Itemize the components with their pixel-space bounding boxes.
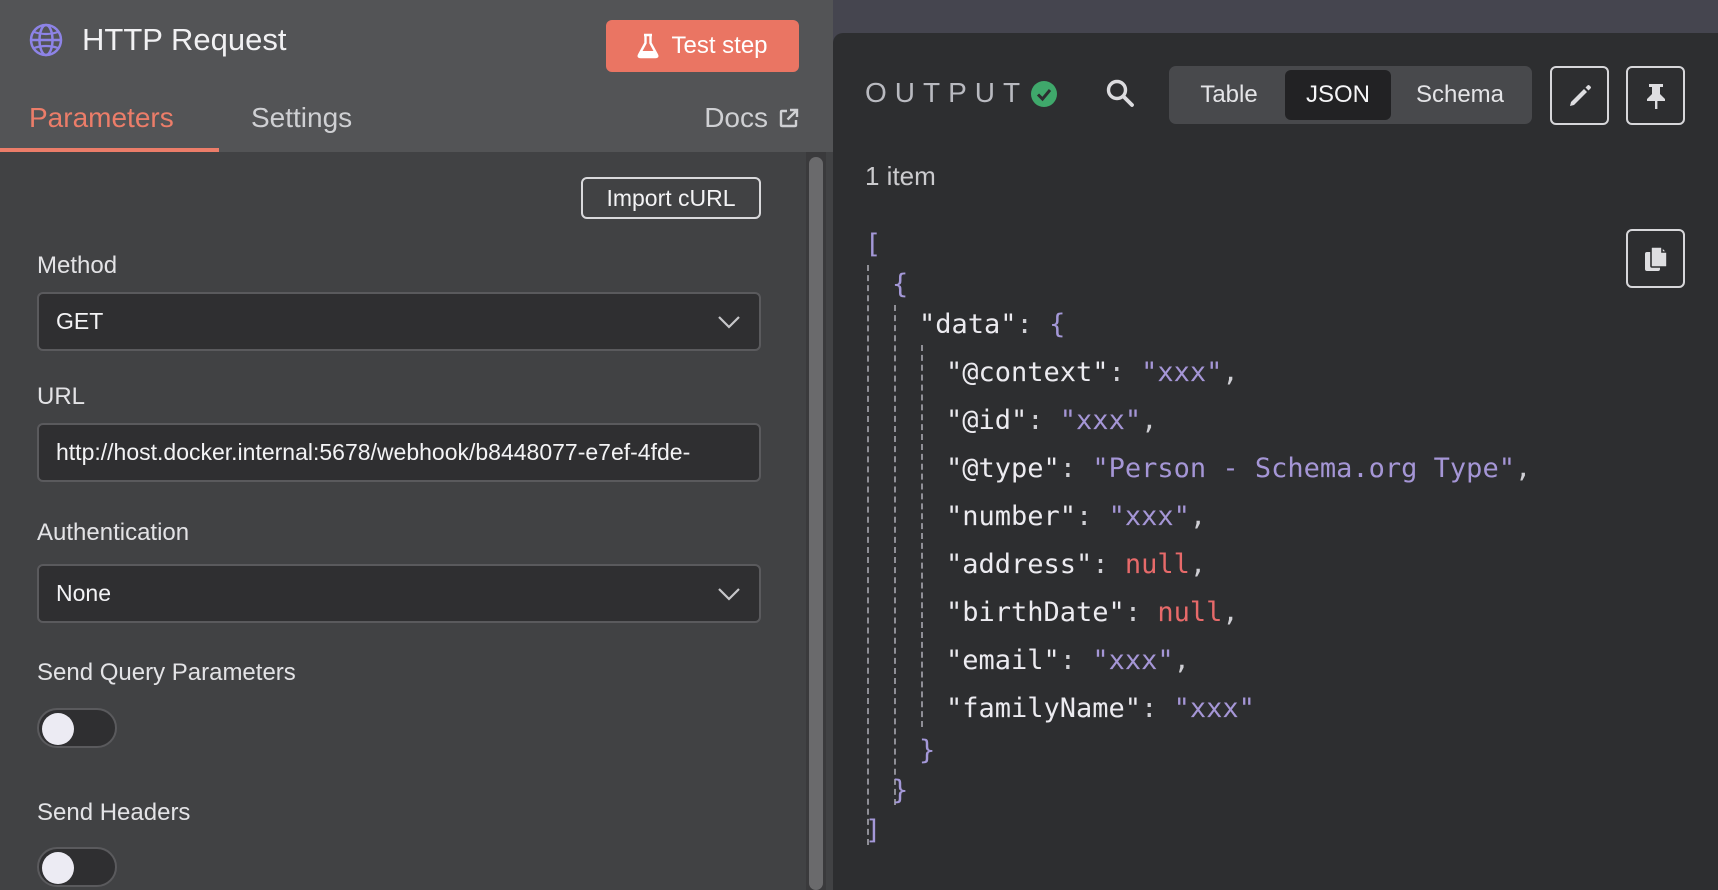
docs-label: Docs <box>704 102 768 133</box>
toggle-knob <box>42 852 74 884</box>
view-json-button[interactable]: JSON <box>1285 70 1391 120</box>
indent-guide <box>894 305 896 805</box>
pin-output-button[interactable] <box>1626 66 1685 125</box>
copy-json-button[interactable] <box>1626 229 1685 288</box>
view-table-button[interactable]: Table <box>1177 70 1281 120</box>
authentication-value: None <box>56 580 111 606</box>
node-parameters-panel: HTTP Request Test step Parameters Settin… <box>0 0 833 890</box>
pin-icon <box>1646 83 1665 109</box>
output-panel: OUTPUT Table JSON Schema 1 item [{"dat… <box>833 33 1718 890</box>
pencil-icon <box>1569 84 1591 106</box>
chevron-down-icon <box>718 316 740 329</box>
json-row[interactable]: "@type": "Person - Schema.org Type", <box>946 453 1531 484</box>
items-count: 1 item <box>865 161 936 191</box>
test-step-label: Test step <box>671 32 768 59</box>
json-row[interactable]: "@context": "xxx", <box>946 357 1239 388</box>
authentication-label: Authentication <box>37 519 190 546</box>
send-query-label: Send Query Parameters <box>37 659 296 686</box>
search-icon[interactable] <box>1105 78 1135 108</box>
json-line: } <box>892 775 909 806</box>
json-row[interactable]: "@id": "xxx", <box>946 405 1157 436</box>
tab-parameters[interactable]: Parameters <box>29 102 174 134</box>
copy-icon <box>1644 245 1668 271</box>
json-line: ] <box>865 815 882 846</box>
json-row[interactable]: "email": "xxx", <box>946 645 1190 676</box>
node-header: HTTP Request Test step Parameters Settin… <box>0 0 833 152</box>
url-input[interactable]: http://host.docker.internal:5678/webhook… <box>37 423 761 482</box>
chevron-down-icon <box>718 588 740 601</box>
node-title-row: HTTP Request <box>28 22 286 58</box>
url-label: URL <box>37 383 86 410</box>
globe-icon <box>29 23 63 57</box>
method-value: GET <box>56 308 104 334</box>
json-row[interactable]: "familyName": "xxx" <box>946 693 1255 724</box>
indent-guide <box>867 265 869 845</box>
tab-settings[interactable]: Settings <box>251 102 352 134</box>
json-row[interactable]: "number": "xxx", <box>946 501 1206 532</box>
method-select[interactable]: GET <box>37 292 761 351</box>
send-headers-toggle[interactable] <box>37 847 117 887</box>
import-curl-button[interactable]: Import cURL <box>581 177 761 219</box>
view-switcher: Table JSON Schema <box>1169 66 1532 124</box>
indent-guide <box>921 345 923 727</box>
view-schema-button[interactable]: Schema <box>1395 70 1525 120</box>
toggle-knob <box>42 713 74 745</box>
json-line: } <box>919 735 936 766</box>
active-tab-indicator <box>0 148 219 152</box>
docs-link[interactable]: Docs <box>704 102 800 134</box>
node-title: HTTP Request <box>82 22 287 57</box>
scrollbar-thumb[interactable] <box>809 157 823 890</box>
json-row[interactable]: "birthDate": null, <box>946 597 1239 628</box>
json-line: "data": { <box>919 309 1066 340</box>
external-link-icon <box>779 108 799 128</box>
url-value: http://host.docker.internal:5678/webhook… <box>56 439 691 465</box>
method-label: Method <box>37 252 118 279</box>
test-step-button[interactable]: Test step <box>606 20 799 72</box>
json-line: { <box>892 269 909 300</box>
authentication-select[interactable]: None <box>37 564 761 623</box>
json-row[interactable]: "address": null, <box>946 549 1206 580</box>
flask-icon <box>637 33 659 59</box>
output-title: OUTPUT <box>865 77 1029 108</box>
edit-output-button[interactable] <box>1550 66 1609 125</box>
send-query-toggle[interactable] <box>37 708 117 748</box>
node-tabs: Parameters Settings Docs <box>0 92 833 152</box>
send-headers-label: Send Headers <box>37 799 191 826</box>
success-check-icon <box>1031 81 1057 107</box>
json-line: [ <box>865 229 882 260</box>
